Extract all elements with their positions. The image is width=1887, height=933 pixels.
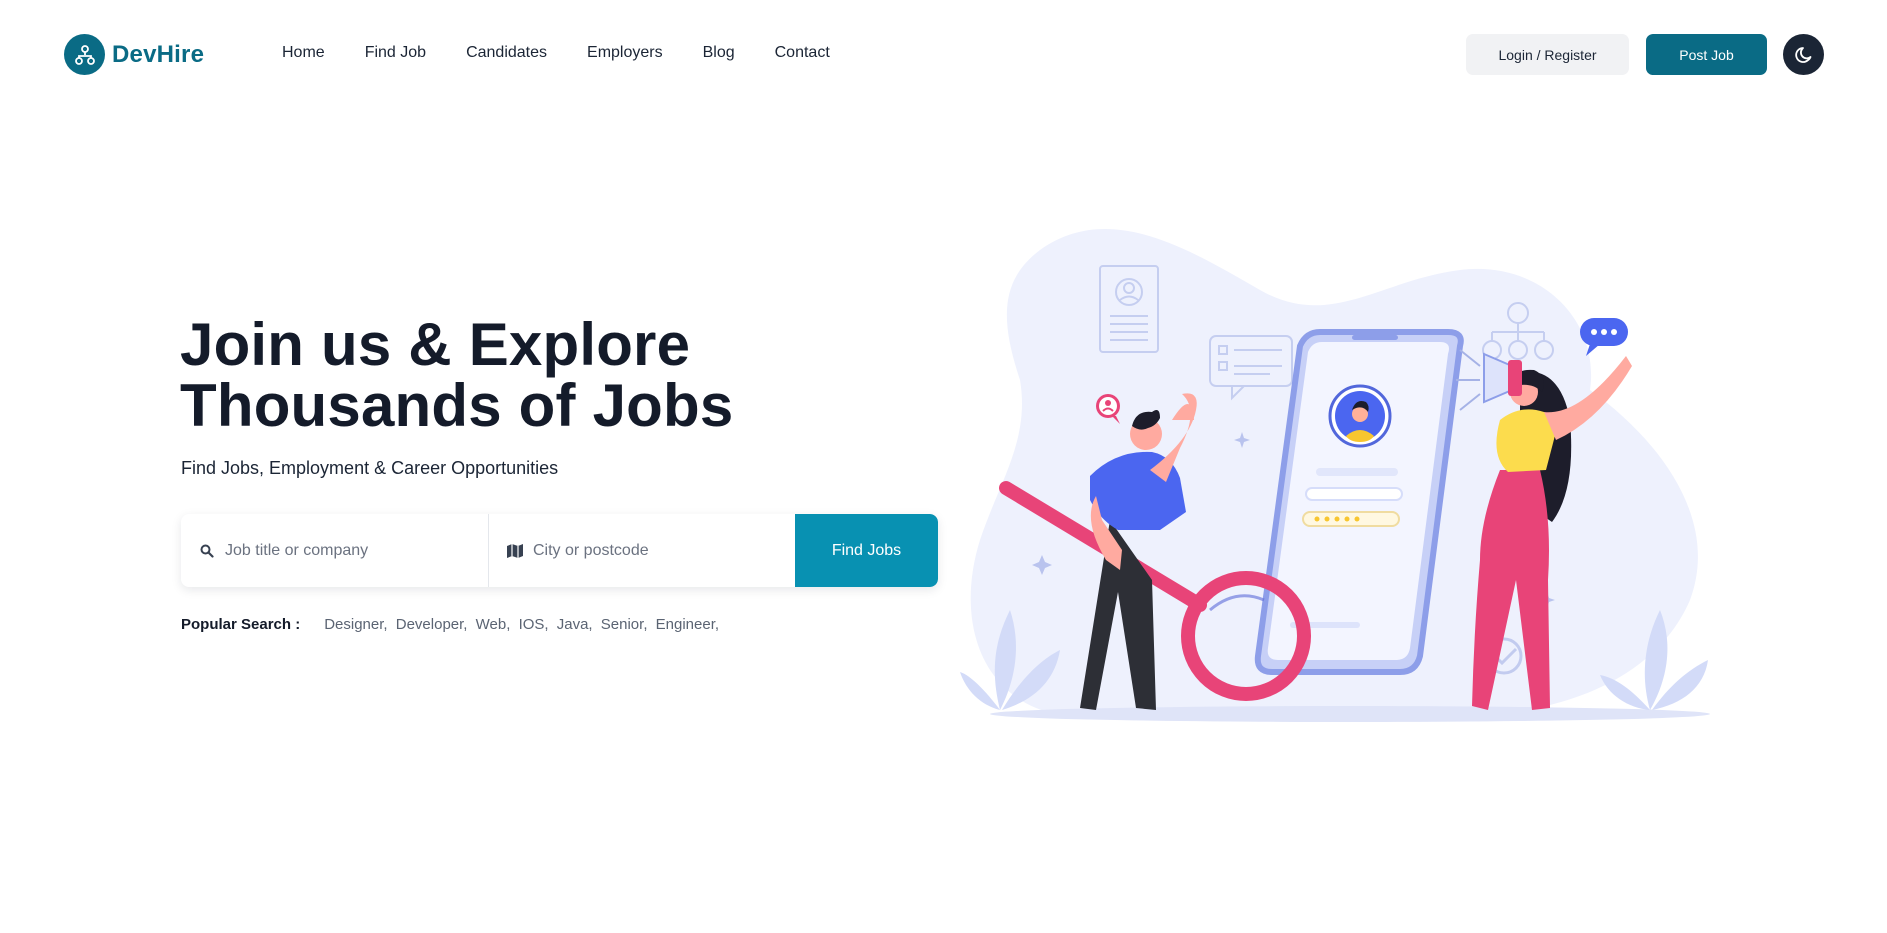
nav-find-job[interactable]: Find Job: [345, 44, 446, 62]
keyword-field: [181, 514, 488, 587]
popular-tag[interactable]: IOS,: [519, 616, 549, 633]
job-search-bar: Find Jobs: [181, 514, 938, 587]
popular-tag[interactable]: Java,: [557, 616, 593, 633]
search-icon: [198, 542, 216, 560]
hero-illustration: [960, 229, 1710, 722]
main-nav: Home Find Job Candidates Employers Blog …: [262, 44, 850, 62]
keyword-input[interactable]: [225, 541, 465, 560]
popular-tag[interactable]: Senior,: [601, 616, 648, 633]
hero-subtitle: Find Jobs, Employment & Career Opportuni…: [181, 458, 559, 478]
hero-title: Join us & Explore Thousands of Jobs: [180, 314, 800, 436]
location-input[interactable]: [533, 541, 773, 560]
nav-employers[interactable]: Employers: [567, 44, 683, 62]
hero-title-line-1: Join us & Explore: [180, 311, 691, 378]
map-icon: [506, 542, 524, 560]
find-jobs-button[interactable]: Find Jobs: [795, 514, 938, 587]
network-icon: [64, 34, 105, 75]
nav-candidates[interactable]: Candidates: [446, 44, 567, 62]
brand-name: DevHire: [112, 40, 205, 68]
popular-search: Popular Search : Designer, Developer, We…: [181, 616, 723, 633]
login-register-button[interactable]: Login / Register: [1466, 34, 1629, 75]
popular-search-label: Popular Search :: [181, 616, 301, 633]
popular-tags: Designer, Developer, Web, IOS, Java, Sen…: [324, 616, 723, 633]
nav-contact[interactable]: Contact: [755, 44, 850, 62]
post-job-button[interactable]: Post Job: [1646, 34, 1767, 75]
popular-tag[interactable]: Engineer,: [656, 616, 719, 633]
site-header: DevHire Home Find Job Candidates Employe…: [0, 0, 1887, 108]
location-field: [488, 514, 795, 587]
theme-toggle-button[interactable]: [1783, 34, 1824, 75]
moon-icon: [1794, 46, 1811, 63]
brand-logo[interactable]: DevHire: [64, 34, 204, 75]
ground-shadow: [990, 706, 1710, 722]
popular-tag[interactable]: Designer,: [324, 616, 387, 633]
nav-blog[interactable]: Blog: [683, 44, 755, 62]
nav-home[interactable]: Home: [262, 44, 345, 62]
popular-tag[interactable]: Web,: [476, 616, 511, 633]
popular-tag[interactable]: Developer,: [396, 616, 468, 633]
hero-title-line-2: Thousands of Jobs: [180, 372, 734, 439]
